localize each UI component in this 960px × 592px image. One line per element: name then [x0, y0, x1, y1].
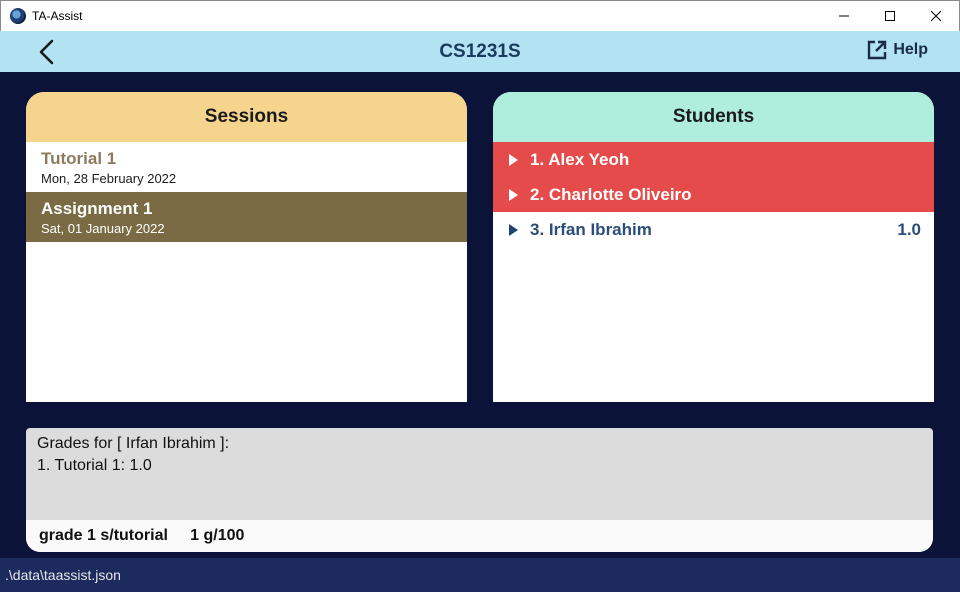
page-title: CS1231S	[439, 41, 521, 62]
data-file-path: .\data\taassist.json	[5, 567, 121, 583]
students-header: Students	[493, 92, 934, 142]
session-date: Mon, 28 February 2022	[41, 171, 177, 186]
student-item[interactable]: 1. Alex Yeoh	[493, 142, 934, 177]
maximize-icon	[885, 11, 895, 21]
window-titlebar: TA-Assist	[0, 0, 960, 31]
help-label: Help	[893, 41, 928, 58]
external-link-icon	[868, 40, 887, 60]
status-bar: .\data\taassist.json	[0, 558, 960, 592]
session-item-selected[interactable]: Assignment 1 Sat, 01 January 2022	[26, 192, 467, 242]
session-item[interactable]: Tutorial 1 Mon, 28 February 2022	[26, 142, 467, 192]
student-name: 3. Irfan Ibrahim	[530, 219, 652, 239]
result-display: Grades for [ Irfan Ibrahim ]: 1. Tutoria…	[26, 428, 933, 552]
maximize-button[interactable]	[867, 1, 913, 31]
student-item[interactable]: 3. Irfan Ibrahim 1.0	[493, 212, 934, 247]
student-name: 2. Charlotte Oliveiro	[530, 184, 692, 204]
minimize-button[interactable]	[821, 1, 867, 31]
sessions-header: Sessions	[26, 92, 467, 142]
student-item[interactable]: 2. Charlotte Oliveiro	[493, 177, 934, 212]
close-icon	[931, 11, 941, 21]
result-text: Grades for [ Irfan Ibrahim ]: 1. Tutoria…	[37, 435, 230, 474]
expand-triangle-icon[interactable]	[509, 153, 518, 166]
minimize-icon	[839, 15, 849, 17]
app-logo-icon	[10, 8, 26, 24]
student-grade: 1.0	[897, 219, 921, 239]
app-header: CS1231S Help	[0, 31, 960, 72]
close-button[interactable]	[913, 1, 959, 31]
session-name: Tutorial 1	[41, 149, 117, 168]
session-name: Assignment 1	[41, 199, 153, 218]
students-panel: Students 1. Alex Yeoh 2. Charlotte Olive…	[493, 92, 934, 402]
student-name: 1. Alex Yeoh	[530, 149, 630, 169]
expand-triangle-icon[interactable]	[509, 188, 518, 201]
sessions-panel: Sessions Tutorial 1 Mon, 28 February 202…	[26, 92, 467, 402]
help-button[interactable]: Help	[867, 40, 928, 60]
command-input[interactable]: grade 1 s/tutorial 1 g/100	[26, 520, 933, 552]
window-title: TA-Assist	[32, 9, 83, 23]
expand-triangle-icon[interactable]	[509, 223, 518, 236]
session-date: Sat, 01 January 2022	[41, 221, 165, 236]
window-controls	[821, 1, 959, 31]
